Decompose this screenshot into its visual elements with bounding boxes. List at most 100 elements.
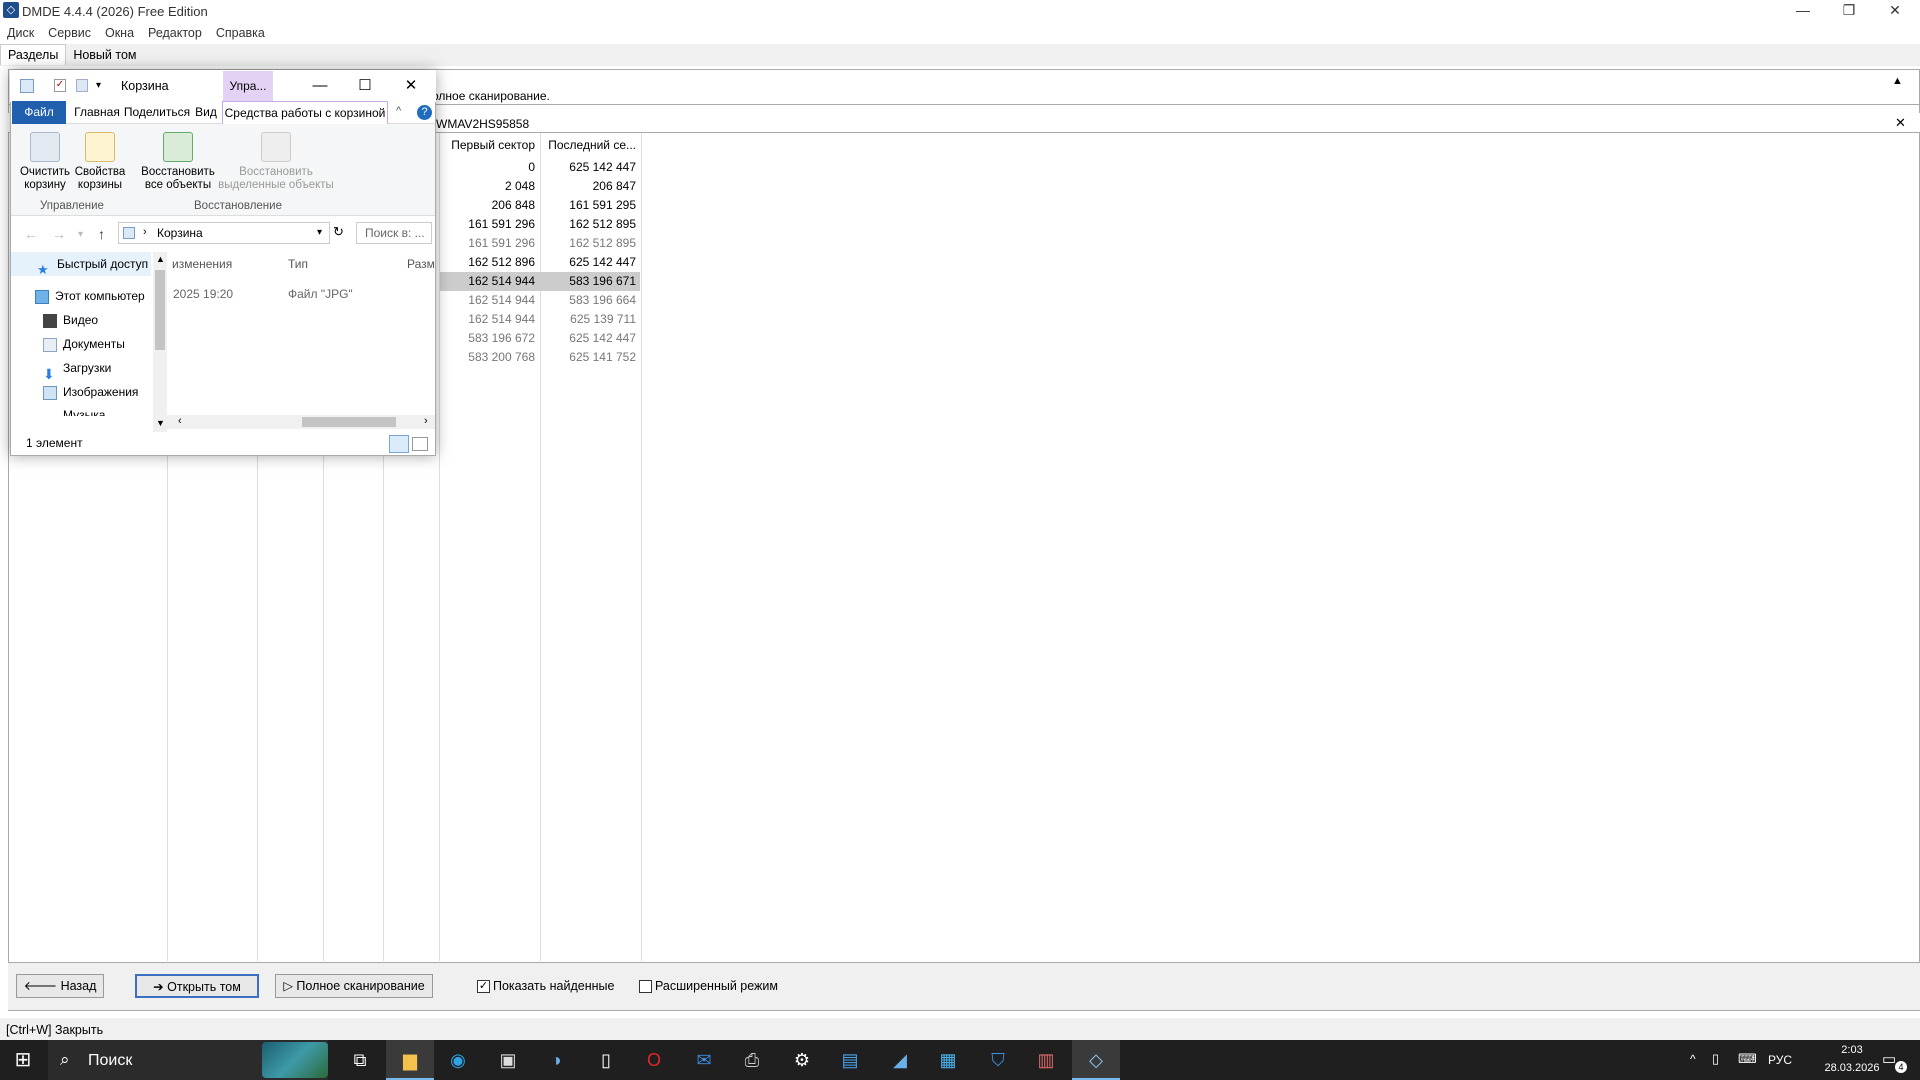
task-view-icon[interactable]: ⧉ xyxy=(336,1040,384,1080)
menu-help[interactable]: Справка xyxy=(209,22,272,40)
windows-start-icon[interactable]: ⊞ xyxy=(0,1040,46,1080)
collapse-up-icon[interactable]: ▲ xyxy=(1892,75,1903,87)
menu-service[interactable]: Сервис xyxy=(41,22,98,40)
nav-quick-access[interactable]: ★ Быстрый доступ xyxy=(11,252,151,277)
clock-date[interactable]: 28.03.2026 xyxy=(1822,1062,1882,1074)
keyboard-icon[interactable]: ⌨ xyxy=(1738,1051,1757,1067)
address-box[interactable] xyxy=(118,222,330,244)
cell-first-sector[interactable]: 162 514 944 xyxy=(440,291,535,310)
explorer-maximize-button[interactable]: ☐ xyxy=(345,74,385,98)
nav-documents[interactable]: Документы xyxy=(11,332,151,356)
file-header-modified[interactable]: изменения xyxy=(172,257,232,271)
ribbon-tab-file[interactable]: Файл xyxy=(12,101,66,124)
full-scan-button[interactable]: ▷ Полное сканирование xyxy=(275,974,433,998)
menu-disk[interactable]: Диск xyxy=(0,22,41,40)
document-icon[interactable]: ▯ xyxy=(582,1040,630,1080)
file-row-type[interactable]: Файл "JPG" xyxy=(288,287,353,301)
show-found-checkbox[interactable]: ✓ xyxy=(477,980,490,993)
recent-dropdown-icon[interactable]: ▾ xyxy=(78,229,83,240)
printer-icon[interactable]: ⎙ xyxy=(728,1040,776,1080)
cell-first-sector[interactable]: 583 200 768 xyxy=(440,348,535,367)
nav-music[interactable]: ♪ Музыка xyxy=(11,404,151,416)
manage-context-tab[interactable]: Упра... xyxy=(223,71,273,102)
ribbon-tab-recycle-tools[interactable]: Средства работы с корзиной xyxy=(222,101,388,124)
cell-last-sector[interactable]: 625 141 752 xyxy=(541,348,636,367)
scroll-down-icon[interactable]: ▼ xyxy=(156,418,165,428)
cell-first-sector[interactable]: 583 196 672 xyxy=(440,329,535,348)
cell-last-sector[interactable]: 583 196 671 xyxy=(541,272,636,291)
restore-button[interactable]: ❐ xyxy=(1826,0,1872,22)
file-hscroll-thumb[interactable] xyxy=(302,417,396,427)
cell-last-sector[interactable]: 161 591 295 xyxy=(541,196,636,215)
menu-editor[interactable]: Редактор xyxy=(141,22,209,40)
help-icon[interactable]: ? xyxy=(417,105,432,120)
up-arrow-icon[interactable]: ↑ xyxy=(98,226,105,242)
cell-first-sector[interactable]: 161 591 296 xyxy=(440,215,535,234)
ribbon-tab-share[interactable]: Поделиться xyxy=(123,101,191,124)
back-arrow-icon[interactable]: ← xyxy=(24,226,38,242)
file-row-date[interactable]: 2025 19:20 xyxy=(173,287,233,301)
scroll-left-icon[interactable]: ‹ xyxy=(178,415,182,427)
address-dropdown-icon[interactable]: ▾ xyxy=(317,227,322,238)
nav-scroll-thumb[interactable] xyxy=(155,270,165,350)
audio-app-icon[interactable]: ◑ xyxy=(532,1040,580,1080)
cell-last-sector[interactable]: 625 142 447 xyxy=(541,158,636,177)
dmde-taskbar-icon[interactable]: ◇ xyxy=(1072,1040,1120,1080)
qat-dropdown-icon[interactable]: ▾ xyxy=(96,80,101,91)
restore-all-button[interactable]: Восстановить все объекты xyxy=(138,132,218,192)
explorer-minimize-button[interactable]: — xyxy=(300,74,340,98)
network-app-icon[interactable]: ◢ xyxy=(876,1040,924,1080)
header-first-sector[interactable]: Первый сектор xyxy=(440,138,535,152)
cell-first-sector[interactable]: 162 512 896 xyxy=(440,253,535,272)
cell-first-sector[interactable]: 0 xyxy=(440,158,535,177)
cell-last-sector[interactable]: 625 142 447 xyxy=(541,253,636,272)
tray-chevron-icon[interactable]: ^ xyxy=(1690,1052,1696,1066)
nav-videos[interactable]: Видео xyxy=(11,308,151,332)
cell-first-sector[interactable]: 161 591 296 xyxy=(440,234,535,253)
cell-first-sector[interactable]: 2 048 xyxy=(440,177,535,196)
minimize-button[interactable]: — xyxy=(1780,0,1826,22)
tab-new-volume[interactable]: Новый том xyxy=(66,45,143,66)
back-button[interactable]: 🡐 Назад xyxy=(16,974,104,998)
cell-first-sector[interactable]: 162 514 944 xyxy=(440,272,535,291)
bin-properties-button[interactable]: Свойства корзины xyxy=(74,132,126,192)
tab-partitions[interactable]: Разделы xyxy=(0,44,67,65)
cell-first-sector[interactable]: 206 848 xyxy=(440,196,535,215)
details-view-icon[interactable] xyxy=(389,435,409,453)
refresh-icon[interactable]: ↻ xyxy=(333,224,344,240)
cell-last-sector[interactable]: 162 512 895 xyxy=(541,234,636,253)
forward-arrow-icon[interactable]: → xyxy=(52,226,66,242)
file-explorer-icon[interactable]: ▆ xyxy=(386,1040,434,1080)
cell-last-sector[interactable]: 162 512 895 xyxy=(541,215,636,234)
cell-first-sector[interactable]: 162 514 944 xyxy=(440,310,535,329)
edge-icon[interactable]: ◉ xyxy=(434,1040,482,1080)
menu-windows[interactable]: Окна xyxy=(98,22,141,40)
clock-time[interactable]: 2:03 xyxy=(1822,1044,1882,1056)
explorer-search-input[interactable]: Поиск в: ... xyxy=(356,222,432,244)
ribbon-tab-view[interactable]: Вид xyxy=(192,101,220,124)
nav-this-pc[interactable]: Этот компьютер xyxy=(11,284,151,308)
opera-icon[interactable]: O xyxy=(630,1040,678,1080)
store-icon[interactable]: ▣ xyxy=(484,1040,532,1080)
explorer-close-button[interactable]: ✕ xyxy=(391,74,431,98)
remote-app-icon[interactable]: ▦ xyxy=(924,1040,972,1080)
mail-icon[interactable]: ✉ xyxy=(680,1040,728,1080)
scroll-up-icon[interactable]: ▲ xyxy=(156,254,165,264)
properties-qat-icon[interactable]: ✓ xyxy=(54,79,66,92)
ribbon-tab-home[interactable]: Главная xyxy=(69,101,125,124)
scroll-right-icon[interactable]: › xyxy=(424,415,428,427)
close-button[interactable]: ✕ xyxy=(1872,0,1918,22)
ribbon-collapse-icon[interactable]: ^ xyxy=(396,105,401,117)
restore-selected-button[interactable]: Восстановить выделенные объекты xyxy=(216,132,336,192)
screen-app-icon[interactable]: ▤ xyxy=(826,1040,874,1080)
new-folder-qat-icon[interactable] xyxy=(76,79,88,92)
header-last-sector[interactable]: Последний се... xyxy=(541,138,636,152)
cell-last-sector[interactable]: 583 196 664 xyxy=(541,291,636,310)
tray-device-icon[interactable]: ▯ xyxy=(1712,1051,1719,1067)
empty-recycle-bin-button[interactable]: Очистить корзину xyxy=(16,132,74,192)
winrar-icon[interactable]: ▥ xyxy=(1022,1040,1070,1080)
file-header-size[interactable]: Разм xyxy=(407,257,435,271)
defender-icon[interactable]: ⛉ xyxy=(974,1040,1022,1080)
extended-mode-checkbox[interactable] xyxy=(639,980,652,993)
cell-last-sector[interactable]: 625 142 447 xyxy=(541,329,636,348)
